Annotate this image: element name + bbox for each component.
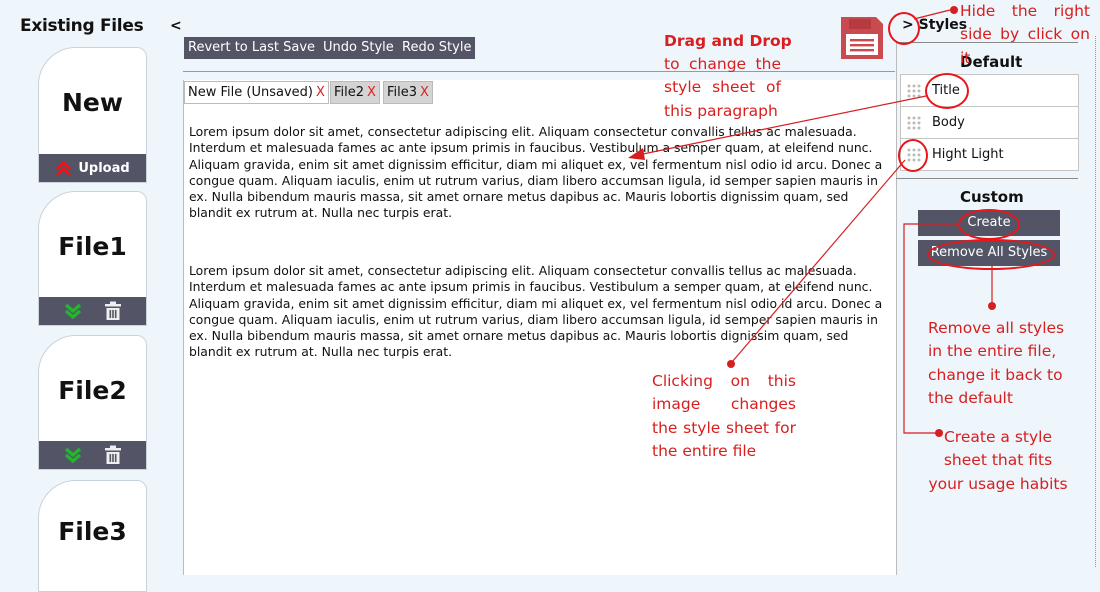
annotation-clicking-image: Clicking on this image changes the style… (652, 372, 796, 460)
trash-icon[interactable] (104, 445, 122, 465)
document-paragraph[interactable]: Lorem ipsum dolor sit amet, consectetur … (189, 124, 889, 222)
double-chevron-down-icon[interactable] (64, 446, 82, 464)
annotation-hide-right: Hide the right side by click on it (960, 2, 1090, 67)
new-file-card[interactable]: New Upload (38, 47, 147, 183)
annotation-ring (888, 12, 920, 45)
document-paragraph[interactable]: Lorem ipsum dolor sit amet, consectetur … (189, 263, 889, 361)
revert-to-last-save-button[interactable]: Revert to Last Save (184, 37, 320, 59)
file-card[interactable]: File3 (38, 480, 147, 592)
tab-new-file[interactable]: New File (Unsaved) X (184, 81, 329, 104)
trash-icon[interactable] (104, 301, 122, 321)
tab-label: New File (Unsaved) (188, 85, 313, 100)
annotation-remove-all: Remove all styles in the entire file, ch… (928, 319, 1065, 407)
upload-button[interactable]: Upload (39, 154, 146, 182)
existing-files-title: Existing Files (20, 16, 144, 36)
style-item-label: Body (932, 115, 965, 130)
annotation-ring (927, 239, 1055, 270)
double-chevron-down-icon[interactable] (64, 302, 82, 320)
right-panel-border (1095, 36, 1097, 567)
toolbar-divider (183, 71, 895, 72)
file-name: File2 (58, 376, 127, 405)
file-name: File3 (58, 517, 127, 546)
annotation-ring (958, 209, 1020, 240)
double-chevron-up-icon (56, 160, 72, 176)
annotation-ring (925, 73, 969, 109)
new-file-label: New (62, 88, 123, 117)
tab-close-button[interactable]: X (367, 85, 376, 100)
custom-styles-heading: Custom (960, 188, 1024, 206)
annotation-create-style: Create a style sheet that fits your usag… (928, 428, 1068, 493)
upload-label: Upload (78, 160, 130, 176)
drag-grip-icon[interactable] (907, 84, 921, 98)
style-item-label: Hight Light (932, 147, 1004, 162)
file-card[interactable]: File2 (38, 335, 147, 470)
drag-grip-icon[interactable] (907, 116, 921, 130)
tab-close-button[interactable]: X (316, 85, 325, 100)
style-item-body[interactable]: Body (900, 106, 1079, 139)
file-card[interactable]: File1 (38, 191, 147, 326)
custom-section-divider (896, 178, 1078, 179)
tab-close-button[interactable]: X (420, 85, 429, 100)
undo-style-button[interactable]: Undo Style (319, 37, 398, 59)
tab-file3[interactable]: File3 X (383, 81, 433, 104)
right-panel-divider (896, 42, 897, 567)
annotation-drag-drop-body: to change the style sheet of this paragr… (664, 55, 781, 120)
file-name: File1 (58, 232, 127, 261)
tab-file2[interactable]: File2 X (330, 81, 380, 104)
tab-label: File3 (387, 85, 418, 100)
redo-style-button[interactable]: Redo Style (398, 37, 476, 59)
annotation-drag-drop-title: Drag and Drop (664, 32, 792, 50)
floppy-disk-icon[interactable] (838, 14, 886, 62)
annotation-ring (898, 139, 928, 172)
tab-label: File2 (334, 85, 365, 100)
collapse-left-panel-button[interactable]: < (170, 18, 182, 34)
